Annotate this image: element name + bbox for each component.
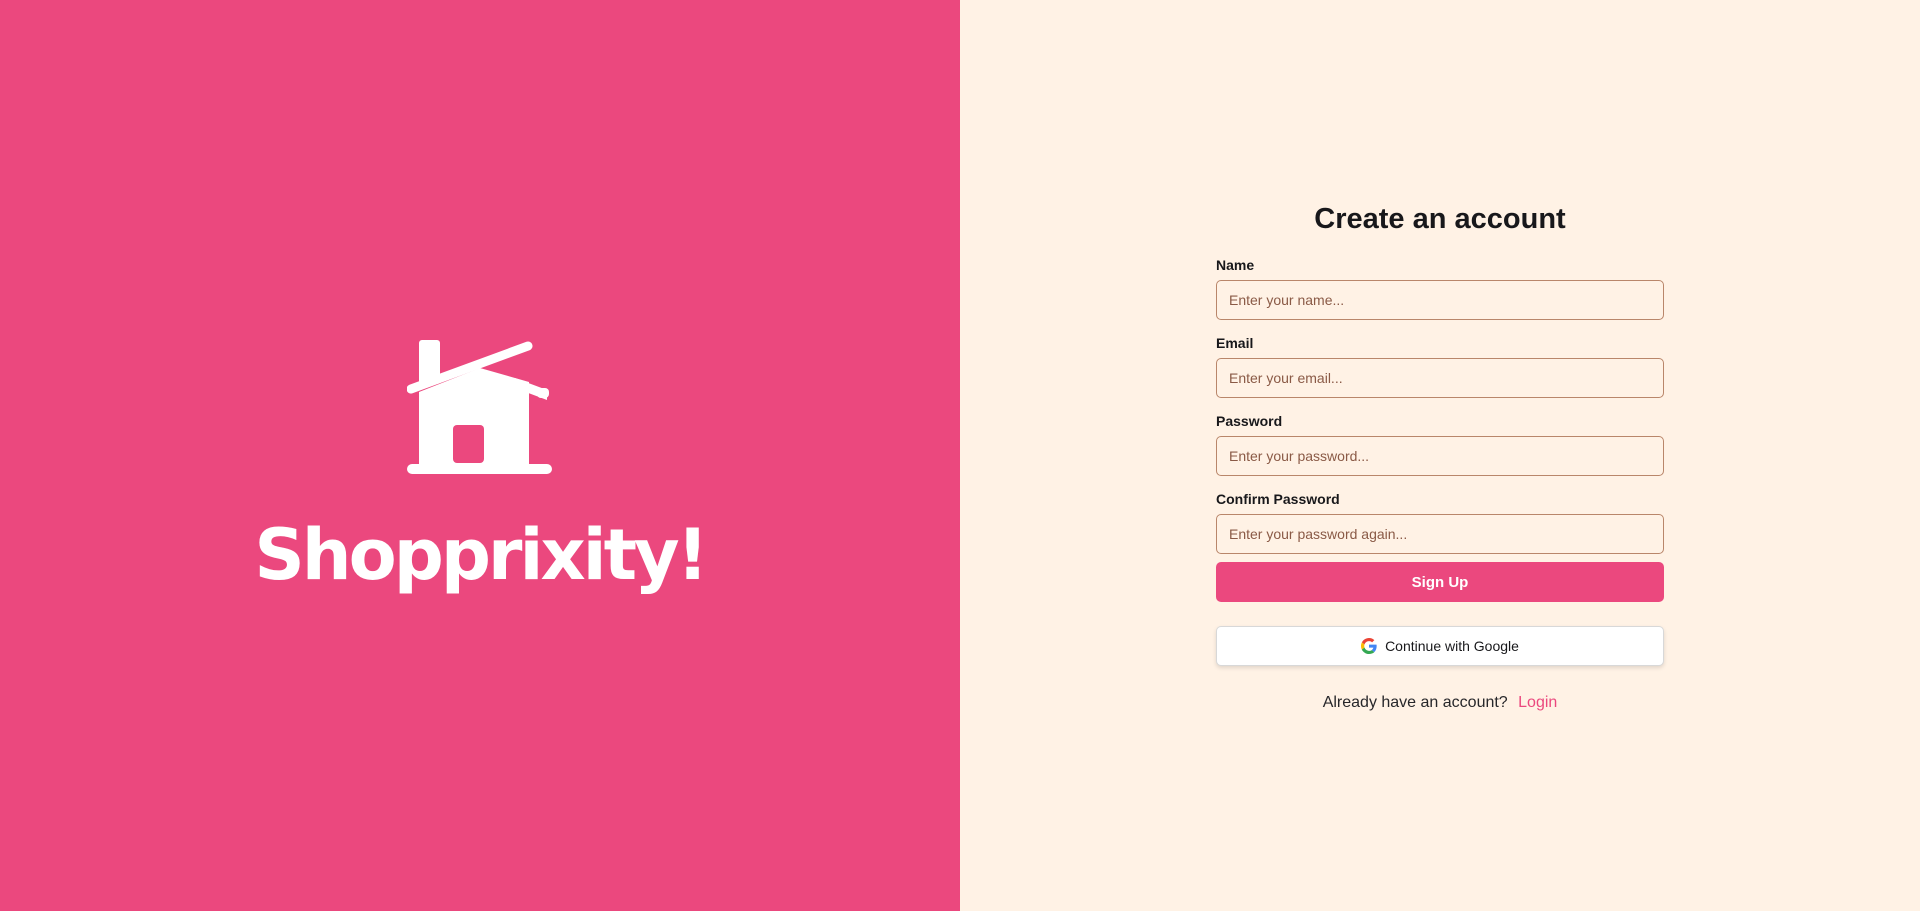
confirm-password-label: Confirm Password [1216,491,1340,507]
confirm-password-field-group: Confirm Password [1216,490,1664,554]
login-prompt-row: Already have an account? Login [1216,694,1664,712]
google-button-label: Continue with Google [1385,638,1519,654]
email-input[interactable] [1216,358,1664,398]
sign-up-button[interactable]: Sign Up [1216,562,1664,602]
page-title: Create an account [1314,203,1566,235]
signup-form: Create an account Name Email Password Co… [1216,198,1664,712]
name-field-group: Name [1216,256,1664,320]
google-icon [1361,638,1377,654]
login-prompt-text: Already have an account? [1322,694,1508,711]
password-label: Password [1216,413,1283,429]
brand-panel: Shopprixity! [0,0,960,911]
email-label: Email [1216,335,1254,351]
form-panel: Create an account Name Email Password Co… [960,0,1920,911]
name-input[interactable] [1216,280,1664,320]
email-field-group: Email [1216,334,1664,398]
continue-with-google-button[interactable]: Continue with Google [1216,626,1664,666]
signup-page: Shopprixity! Create an account Name Emai… [0,0,1920,911]
password-field-group: Password [1216,412,1664,476]
name-label: Name [1216,257,1255,273]
house-icon [407,340,552,474]
brand-name: Shopprixity! [254,514,708,596]
confirm-password-input[interactable] [1216,514,1664,554]
password-input[interactable] [1216,436,1664,476]
login-link[interactable]: Login [1518,694,1557,711]
